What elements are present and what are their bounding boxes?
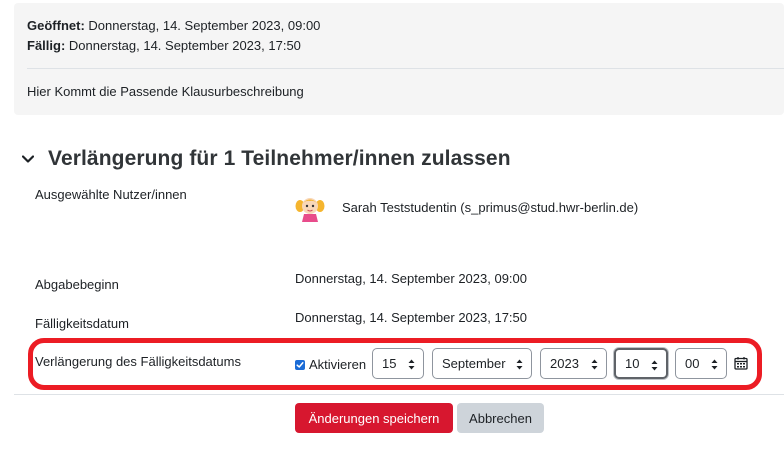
minute-select[interactable]: 00 (675, 348, 727, 379)
extension-label: Verlängerung des Fälligkeitsdatums (35, 354, 241, 369)
due-label: Fällig: (27, 38, 66, 53)
start-value: Donnerstag, 14. September 2023, 09:00 (295, 271, 527, 286)
due-value: Donnerstag, 14. September 2023, 17:50 (68, 38, 301, 53)
selected-users-label: Ausgewählte Nutzer/innen (35, 187, 187, 202)
section-header[interactable]: Verlängerung für 1 Teilnehmer/innen zula… (20, 144, 511, 174)
select-arrows-icon (591, 359, 598, 370)
select-arrows-icon (408, 359, 415, 370)
enable-checkbox-group[interactable]: Aktivieren (295, 357, 366, 372)
avatar (295, 194, 325, 222)
enable-label[interactable]: Aktivieren (309, 357, 366, 372)
year-value: 2023 (550, 356, 579, 371)
save-button[interactable]: Änderungen speichern (295, 403, 453, 433)
form-divider (14, 394, 784, 395)
enable-checkbox[interactable] (295, 359, 305, 370)
day-select[interactable]: 15 (372, 348, 424, 379)
select-arrows-icon (516, 359, 523, 370)
opened-value: Donnerstag, 14. September 2023, 09:00 (88, 18, 321, 33)
minute-value: 00 (685, 356, 700, 371)
select-arrows-icon (651, 360, 658, 371)
hour-select[interactable]: 10 (614, 348, 668, 379)
due-date-value: Donnerstag, 14. September 2023, 17:50 (295, 310, 527, 325)
select-arrows-icon (711, 359, 718, 370)
chevron-down-icon[interactable] (20, 151, 36, 167)
month-value: September (442, 356, 506, 371)
assignment-description: Hier Kommt die Passende Klausurbeschreib… (27, 84, 304, 99)
cancel-button[interactable]: Abbrechen (457, 403, 544, 433)
calendar-icon[interactable] (734, 356, 748, 370)
day-value: 15 (382, 356, 397, 371)
hour-value: 10 (625, 356, 640, 371)
section-title: Verlängerung für 1 Teilnehmer/innen zula… (48, 147, 511, 170)
month-select[interactable]: September (432, 348, 532, 379)
year-select[interactable]: 2023 (540, 348, 607, 379)
info-divider (27, 68, 784, 69)
start-label: Abgabebeginn (35, 277, 119, 292)
user-name: Sarah Teststudentin (s_primus@stud.hwr-b… (342, 200, 639, 215)
due-date-line: Fällig: Donnerstag, 14. September 2023, … (27, 38, 301, 54)
assignment-info-box: Geöffnet: Donnerstag, 14. September 2023… (14, 3, 784, 115)
opened-label: Geöffnet: (27, 18, 85, 33)
opened-date-line: Geöffnet: Donnerstag, 14. September 2023… (27, 18, 320, 34)
due-date-label: Fälligkeitsdatum (35, 316, 129, 331)
